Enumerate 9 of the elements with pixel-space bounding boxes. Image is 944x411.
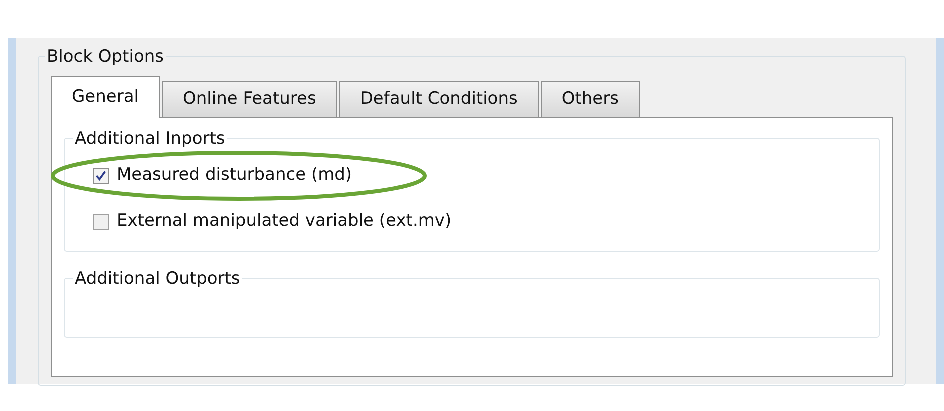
checkbox-label: Measured disturbance (md) bbox=[117, 164, 352, 188]
tab[interactable]: Online Features bbox=[162, 81, 338, 117]
checkbox[interactable] bbox=[93, 214, 109, 230]
checkmark-icon bbox=[95, 170, 107, 182]
tab[interactable]: Default Conditions bbox=[339, 81, 539, 117]
tab[interactable]: Others bbox=[540, 81, 640, 117]
tab[interactable]: General bbox=[51, 76, 160, 118]
checkbox[interactable] bbox=[93, 168, 109, 184]
checkbox-label: External manipulated variable (ext.mv) bbox=[117, 210, 452, 234]
